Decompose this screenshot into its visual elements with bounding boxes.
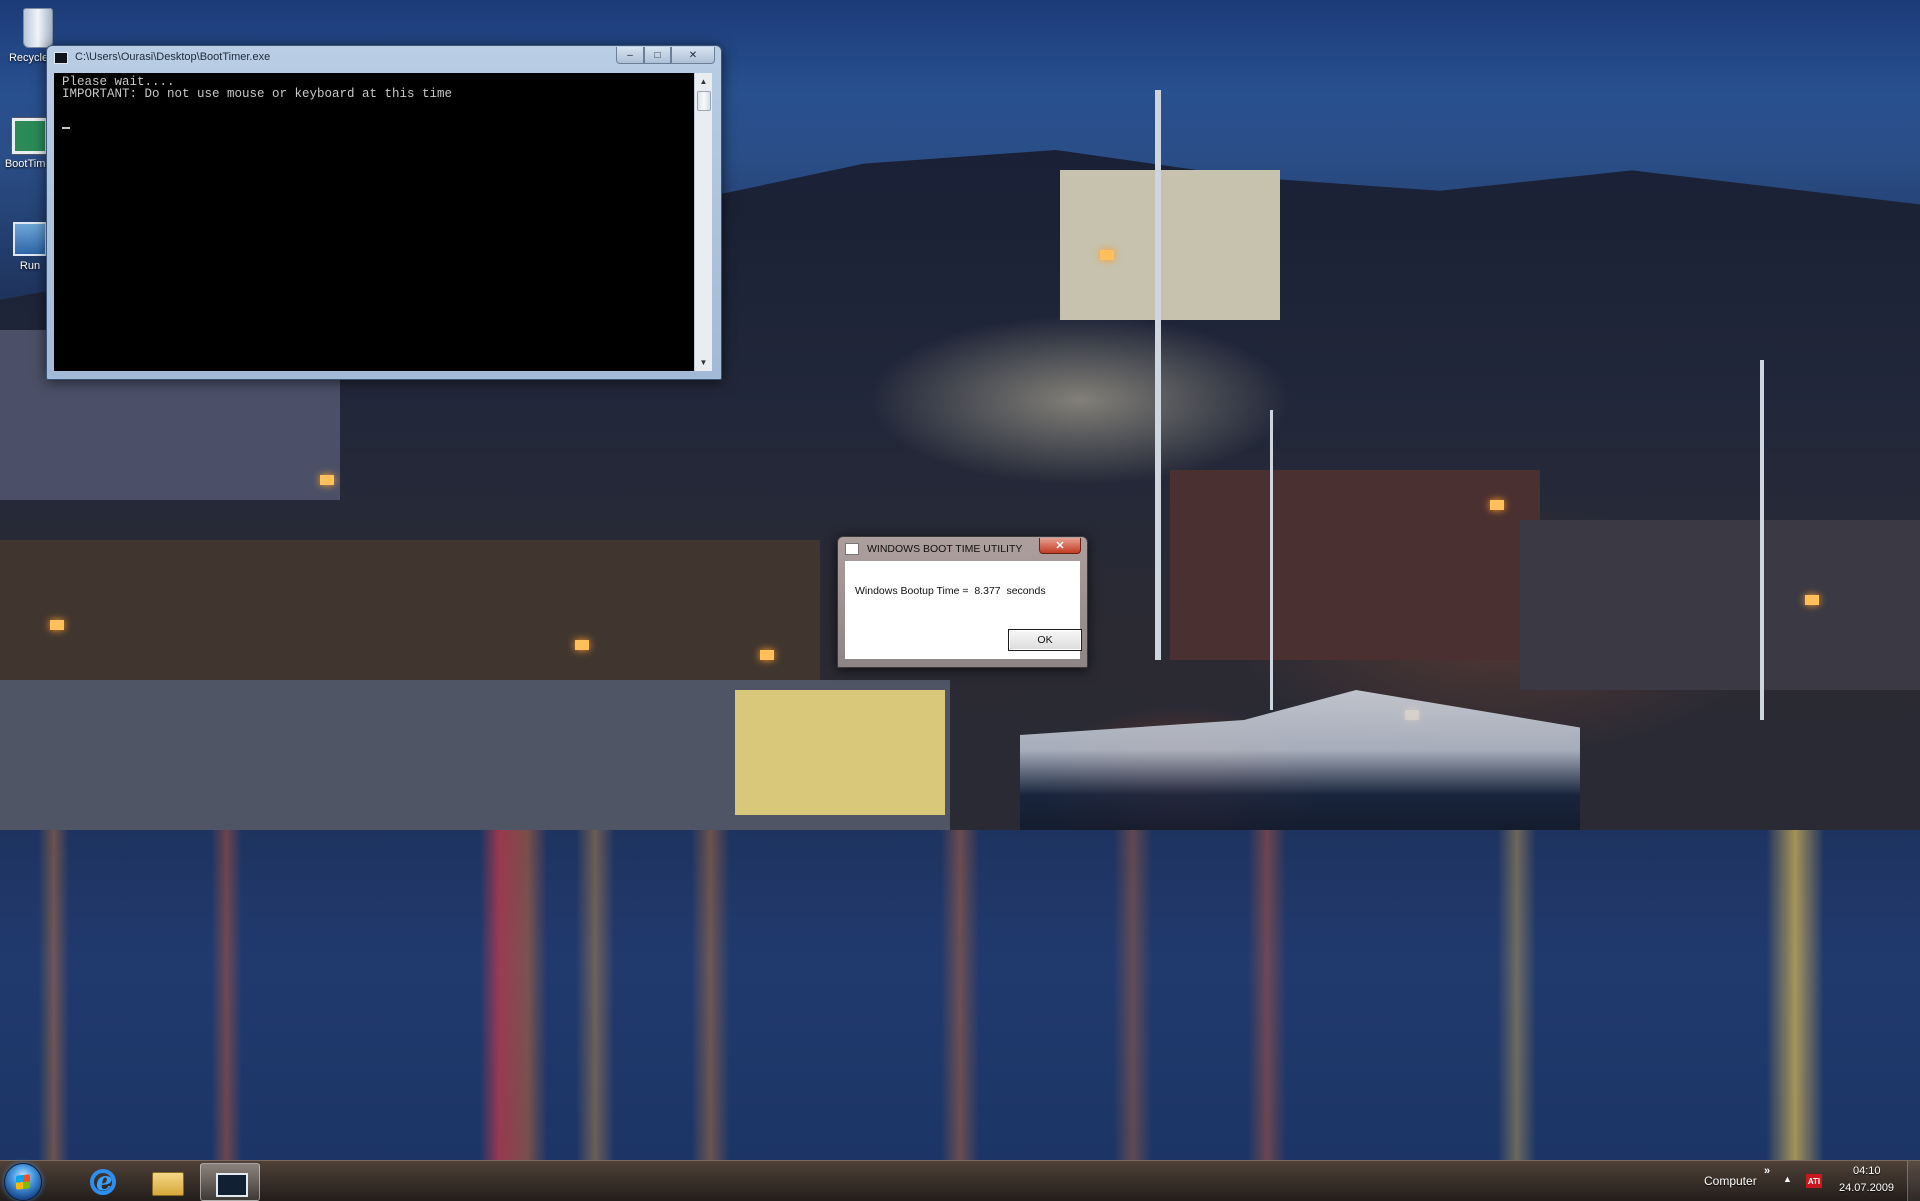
- dialog-close-button[interactable]: ✕: [1039, 538, 1081, 554]
- dialog-titlebar[interactable]: WINDOWS BOOT TIME UTILITY ✕: [838, 537, 1087, 561]
- console-output[interactable]: Please wait.... IMPORTANT: Do not use mou…: [54, 73, 712, 371]
- start-button[interactable]: [4, 1163, 42, 1201]
- boot-time-dialog[interactable]: WINDOWS BOOT TIME UTILITY ✕ Windows Boot…: [837, 536, 1088, 668]
- taskbar: Computer » ▲ ATI 04:10 24.07.2009: [0, 1160, 1920, 1201]
- taskbar-explorer-button[interactable]: [138, 1163, 196, 1199]
- run-icon: [13, 222, 47, 256]
- dialog-message: Windows Bootup Time = 8.377 seconds: [855, 585, 1046, 597]
- scroll-down-arrow-icon[interactable]: ▼: [695, 354, 712, 371]
- dialog-app-icon: [845, 543, 859, 555]
- console-line: IMPORTANT: Do not use mouse or keyboard …: [62, 87, 453, 101]
- wallpaper-light: [1805, 595, 1819, 605]
- computer-toolbar-label[interactable]: Computer: [1704, 1174, 1757, 1188]
- wallpaper-house: [1060, 170, 1280, 320]
- internet-explorer-icon: [90, 1167, 116, 1197]
- dialog-body: Windows Bootup Time = 8.377 seconds OK: [845, 561, 1082, 659]
- wallpaper-pole: [1155, 90, 1161, 660]
- wallpaper-water: [0, 830, 1920, 1160]
- wallpaper-light: [320, 475, 334, 485]
- ati-tray-icon[interactable]: ATI: [1806, 1174, 1822, 1188]
- console-text: Please wait.... IMPORTANT: Do not use mou…: [62, 76, 453, 101]
- clock-date[interactable]: 24.07.2009: [1839, 1182, 1894, 1194]
- wallpaper-mast: [1760, 360, 1764, 720]
- show-desktop-button[interactable]: [1907, 1161, 1920, 1201]
- wallpaper-light: [1100, 250, 1114, 260]
- maximize-button[interactable]: □: [644, 47, 671, 64]
- taskbar-ie-button[interactable]: [76, 1163, 134, 1199]
- wallpaper-light: [50, 620, 64, 630]
- wallpaper-right-building: [1520, 520, 1920, 690]
- wallpaper-condos: [0, 540, 820, 680]
- recycle-bin-icon: [23, 8, 53, 48]
- dialog-title: WINDOWS BOOT TIME UTILITY: [867, 543, 1023, 555]
- console-window[interactable]: C:\Users\Ourasi\Desktop\BootTimer.exe – …: [46, 45, 722, 380]
- console-cursor: [62, 127, 70, 129]
- wallpaper-light: [575, 640, 589, 650]
- close-button[interactable]: ✕: [671, 47, 715, 64]
- wallpaper-light: [760, 650, 774, 660]
- console-app-icon[interactable]: [54, 52, 68, 64]
- show-hidden-icons-arrow-icon[interactable]: ▲: [1783, 1174, 1792, 1184]
- ok-button[interactable]: OK: [1008, 629, 1082, 651]
- wallpaper-light: [1490, 500, 1504, 510]
- caption-buttons: – □ ✕: [616, 47, 715, 65]
- taskbar-console-button[interactable]: [200, 1163, 260, 1201]
- console-window-icon: [216, 1173, 248, 1197]
- wallpaper-yellow-houseboat: [735, 690, 945, 815]
- scroll-up-arrow-icon[interactable]: ▲: [695, 73, 712, 90]
- scrollbar-thumb[interactable]: [697, 91, 711, 111]
- wallpaper-brick-building: [1170, 470, 1540, 660]
- folder-icon: [152, 1172, 184, 1196]
- desktop-icon-label: Run: [19, 260, 41, 272]
- minimize-button[interactable]: –: [616, 47, 644, 64]
- console-titlebar[interactable]: C:\Users\Ourasi\Desktop\BootTimer.exe – …: [47, 46, 721, 70]
- clock-time[interactable]: 04:10: [1853, 1165, 1881, 1177]
- toolbar-chevron-icon[interactable]: »: [1764, 1165, 1770, 1177]
- vertical-scrollbar[interactable]: ▲ ▼: [694, 73, 712, 371]
- wallpaper-mast: [1270, 410, 1273, 710]
- boottimer-icon: [12, 118, 48, 154]
- console-title: C:\Users\Ourasi\Desktop\BootTimer.exe: [75, 51, 271, 63]
